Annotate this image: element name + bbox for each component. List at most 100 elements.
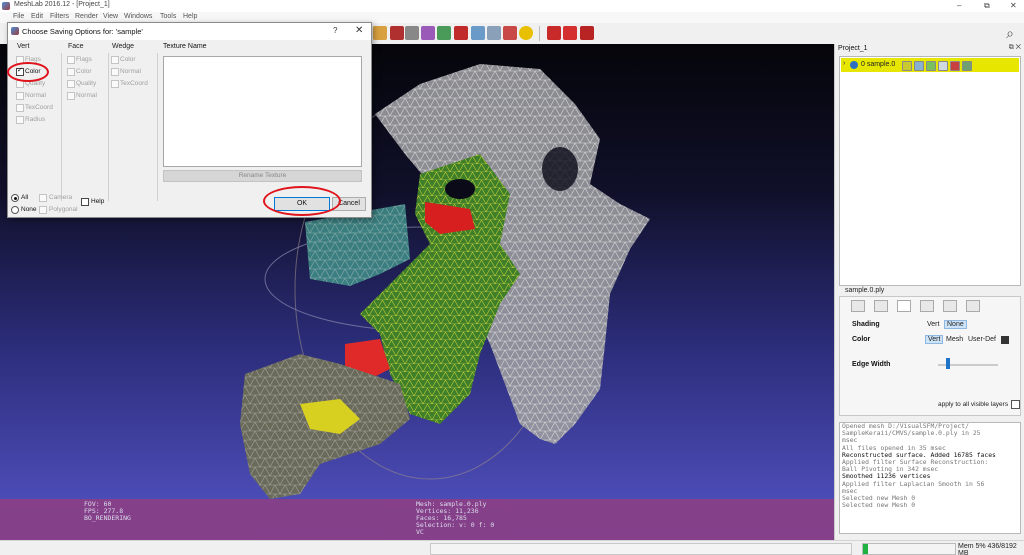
color-label: Color [852, 336, 871, 343]
menu-filters[interactable]: Filters [50, 13, 69, 20]
render-mode-readout: BO_RENDERING [84, 514, 131, 522]
face-quality-label: Quality [76, 80, 97, 87]
maximize-button[interactable]: ⧉ [984, 1, 990, 11]
menu-render[interactable]: Render [75, 13, 98, 20]
select-vertices-icon[interactable] [471, 26, 485, 40]
delete-faces-icon[interactable] [563, 26, 577, 40]
none-radio[interactable] [11, 206, 19, 214]
select-faces-icon[interactable] [454, 26, 468, 40]
layer-wire-icon[interactable] [914, 61, 924, 71]
tab-bbox-icon[interactable] [851, 300, 865, 312]
texture-name-label: Texture Name [163, 43, 207, 50]
expand-arrow-icon[interactable]: › [843, 60, 845, 67]
camera-checkbox[interactable] [39, 194, 47, 202]
face-flags-checkbox[interactable] [67, 56, 75, 64]
edge-width-slider-thumb[interactable] [946, 358, 950, 369]
align-tool-icon[interactable] [437, 26, 451, 40]
menu-view[interactable]: View [103, 13, 118, 20]
panel-float-close-icons[interactable]: ⧉ ✕ [1009, 44, 1021, 52]
vert-radius-checkbox[interactable] [16, 116, 24, 124]
none-label: None [21, 206, 37, 213]
layer-texture-icon[interactable] [950, 61, 960, 71]
group-divider [157, 53, 158, 201]
face-color-checkbox[interactable] [67, 68, 75, 76]
vert-texcoord-checkbox[interactable] [16, 104, 24, 112]
color-vert-option[interactable]: Vert [925, 335, 944, 344]
info-icon[interactable] [519, 26, 533, 40]
memory-label: Mem 5% 436/8192 MB [958, 543, 1017, 555]
wedge-normal-checkbox[interactable] [111, 68, 119, 76]
vert-normal-checkbox[interactable] [16, 92, 24, 100]
menu-help[interactable]: Help [183, 13, 197, 20]
paint-tool-icon[interactable] [390, 26, 404, 40]
delete-vertices-icon[interactable] [547, 26, 561, 40]
brush-tool-icon[interactable] [373, 26, 387, 40]
toolbar-separator [539, 26, 540, 41]
layer-points-icon[interactable] [902, 61, 912, 71]
wedge-texcoord-label: TexCoord [120, 80, 148, 87]
delete-selection-icon[interactable] [580, 26, 594, 40]
camera-label: Camera [49, 194, 73, 201]
tab-points-icon[interactable] [874, 300, 888, 312]
apply-visible-layers-label: apply to all visible layers [938, 401, 1009, 408]
menu-file[interactable]: File [13, 13, 24, 20]
rename-texture-button[interactable]: Rename Texture [163, 170, 362, 182]
layer-row[interactable]: › 0 sample.0 [841, 58, 1019, 72]
select-region-icon[interactable] [503, 26, 517, 40]
selection-readout: Selection: v: 0 f: 0 [416, 521, 495, 529]
layer-name: 0 sample.0 [861, 61, 896, 68]
tab-options-icon[interactable] [966, 300, 980, 312]
face-quality-checkbox[interactable] [67, 80, 75, 88]
all-radio[interactable] [11, 194, 19, 202]
close-button[interactable]: ✕ [1010, 1, 1017, 10]
tab-fill-icon[interactable] [920, 300, 934, 312]
dialog-close-button[interactable]: ✕ [355, 25, 363, 36]
app-icon [2, 2, 10, 10]
visibility-eye-icon[interactable] [850, 61, 858, 69]
polygonal-checkbox[interactable] [39, 206, 47, 214]
menu-tools[interactable]: Tools [160, 13, 176, 20]
edge-width-label: Edge Width [852, 361, 891, 368]
face-normal-checkbox[interactable] [67, 92, 75, 100]
dialog-help-button[interactable]: ? [333, 26, 337, 35]
project-panel: Project_1 ⧉ ✕ › 0 sample.0 sample.0.ply … [834, 44, 1024, 540]
status-message-box [430, 543, 852, 555]
color-mesh-option[interactable]: Mesh [944, 336, 965, 343]
vert-group-heading: Vert [17, 43, 30, 50]
tab-wire-icon[interactable] [897, 300, 911, 312]
face-normal-label: Normal [76, 92, 97, 99]
color-swatch[interactable] [1001, 336, 1009, 344]
search-icon[interactable]: ⌕ [1002, 25, 1018, 41]
layer-box-icon[interactable] [962, 61, 972, 71]
wedge-color-checkbox[interactable] [111, 56, 119, 64]
project-title: Project_1 [838, 45, 868, 52]
shading-vert-option[interactable]: Vert [925, 321, 941, 328]
log-line: Applied filter Laplacian Smooth in 56 [842, 479, 985, 488]
help-checkbox[interactable] [81, 198, 89, 206]
vert-radius-label: Radius [25, 116, 46, 123]
layer-smooth-icon[interactable] [938, 61, 948, 71]
layer-list: › 0 sample.0 [839, 56, 1021, 286]
shading-none-option[interactable]: None [944, 320, 967, 329]
color-userdef-option[interactable]: User-Def [966, 336, 998, 343]
tab-texture-icon[interactable] [943, 300, 957, 312]
memory-bar-fill [863, 544, 868, 554]
mesh-file-label: sample.0.ply [845, 287, 885, 294]
texture-name-list[interactable] [163, 56, 362, 167]
menu-windows[interactable]: Windows [124, 13, 152, 20]
layer-flat-icon[interactable] [926, 61, 936, 71]
wedge-normal-label: Normal [120, 68, 141, 75]
memory-bar [862, 543, 956, 555]
status-bar: Mem 5% 436/8192 MB [0, 540, 1024, 555]
help-label: Help [91, 198, 105, 205]
minimize-button[interactable]: – [957, 1, 961, 10]
pick-points-icon[interactable] [421, 26, 435, 40]
measure-tool-icon[interactable] [405, 26, 419, 40]
menu-edit[interactable]: Edit [31, 13, 43, 20]
log-line: SampleKeraii/CMVS/sample.0.ply in 25 [842, 429, 981, 438]
wedge-texcoord-checkbox[interactable] [111, 80, 119, 88]
apply-visible-layers-checkbox[interactable] [1011, 400, 1020, 409]
window-title: MeshLab 2016.12 - [Project_1] [14, 1, 110, 8]
select-connected-icon[interactable] [487, 26, 501, 40]
group-divider [108, 53, 109, 201]
